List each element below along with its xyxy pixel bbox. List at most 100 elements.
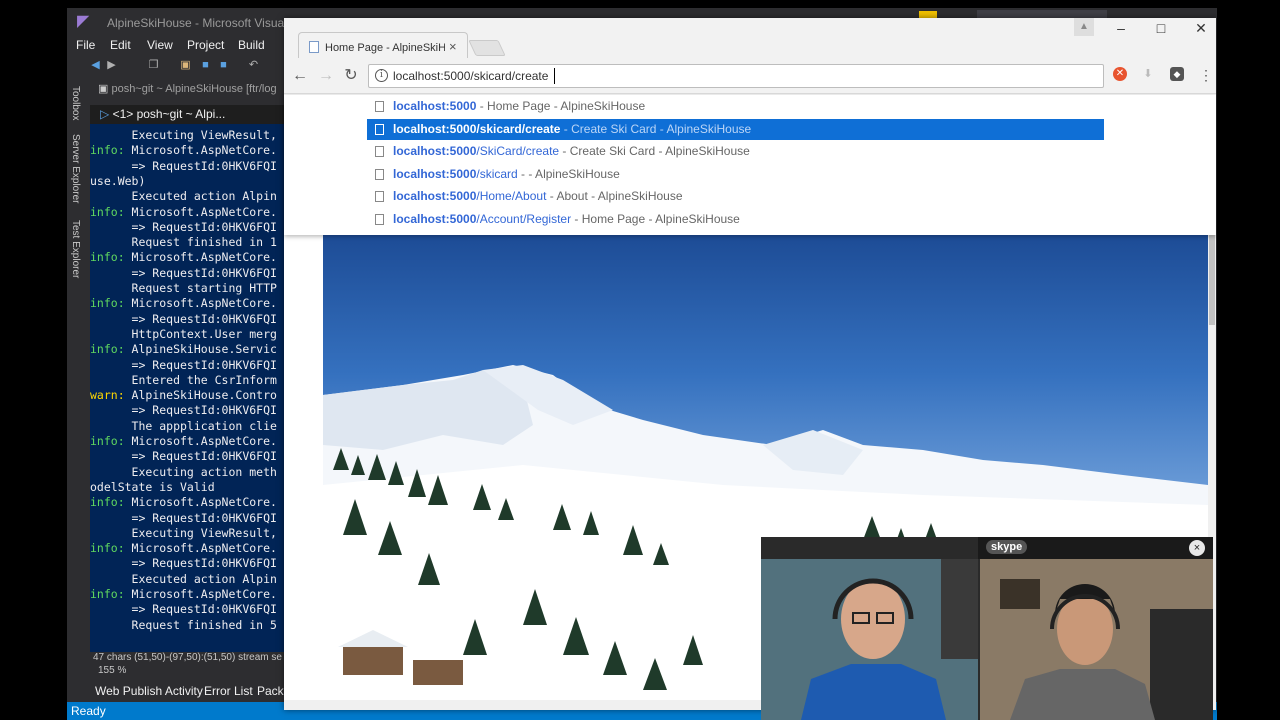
log-text: Microsoft.AspNetCore. <box>124 434 277 448</box>
console-line: Executing action meth <box>90 465 277 480</box>
suggestion-text: localhost:5000/skicard - - AlpineSkiHous… <box>393 166 620 181</box>
log-text: Executed action Alpin <box>90 571 277 586</box>
back-button[interactable]: ← <box>290 66 310 86</box>
text-cursor <box>554 68 555 84</box>
back-icon[interactable]: ◀ <box>89 59 102 72</box>
extension-shield-icon[interactable]: ◆ <box>1170 67 1184 81</box>
terminal-console[interactable]: Executing ViewResult, info: Microsoft.Asp… <box>90 124 290 652</box>
close-window-button[interactable]: ✕ <box>1186 20 1216 40</box>
page-icon <box>375 123 384 135</box>
vs-window-title: AlpineSkiHouse - Microsoft Visual St <box>107 16 302 30</box>
suggestion-text: localhost:5000/Account/Register - Home P… <box>393 211 740 226</box>
status-ready: Ready <box>71 704 106 718</box>
log-text: HttpContext.User merg <box>90 326 277 341</box>
extension-adblock-icon[interactable]: ✕ <box>1113 67 1127 81</box>
undo-icon[interactable]: ↶ <box>247 59 260 72</box>
suggestion-text: localhost:5000/SkiCard/create - Create S… <box>393 144 750 158</box>
console-line: => RequestId:0HKV6FQI <box>90 358 277 373</box>
log-text: => RequestId:0HKV6FQI <box>90 357 277 372</box>
suggestion-item[interactable]: localhost:5000 - Home Page - AlpineSkiHo… <box>367 96 1104 117</box>
menu-project[interactable]: Project <box>187 38 224 52</box>
suggestion-item[interactable]: localhost:5000/Account/Register - Home P… <box>367 209 1104 230</box>
suggestion-host: localhost:5000 <box>393 99 477 113</box>
log-level: warn: <box>90 388 125 403</box>
log-text: Microsoft.AspNetCore. <box>124 143 277 158</box>
console-line: => RequestId:0HKV6FQI <box>90 159 277 174</box>
side-tab-toolbox[interactable]: Toolbox <box>70 86 81 120</box>
suggestion-item[interactable]: localhost:5000/skicard/create - Create S… <box>367 118 1104 140</box>
suggestion-item[interactable]: localhost:5000/Home/About - About - Alpi… <box>367 186 1104 207</box>
side-tab-server-explorer[interactable]: Server Explorer <box>70 134 81 203</box>
reload-button[interactable]: ↻ <box>341 66 361 86</box>
browser-tab[interactable]: Home Page - AlpineSkiH × <box>298 32 468 60</box>
suggestion-item[interactable]: localhost:5000/skicard - - AlpineSkiHous… <box>367 164 1104 185</box>
page-icon <box>375 101 384 112</box>
new-project-icon[interactable]: ❐ <box>147 59 160 72</box>
omnibox-suggestions: localhost:5000 - Home Page - AlpineSkiHo… <box>284 95 1216 235</box>
suggestion-title: Create Ski Card - AlpineSkiHouse <box>569 144 750 158</box>
console-line: => RequestId:0HKV6FQI <box>90 511 277 526</box>
tab-web-publish-activity[interactable]: Web Publish Activity <box>95 684 203 698</box>
console-line: Request finished in 1 <box>90 235 277 250</box>
log-text: AlpineSkiHouse.Contro <box>124 388 277 403</box>
maximize-button[interactable]: □ <box>1146 20 1176 40</box>
extension-download-icon[interactable]: ⬇ <box>1141 67 1155 81</box>
save-icon[interactable]: ■ <box>199 59 212 72</box>
person-right <box>980 559 1213 720</box>
log-level: info: <box>90 587 125 601</box>
minimize-button[interactable]: – <box>1106 20 1136 40</box>
side-tab-test-explorer[interactable]: Test Explorer <box>70 220 81 278</box>
tab-close-icon[interactable]: × <box>449 39 457 54</box>
log-text: Microsoft.AspNetCore. <box>124 495 277 510</box>
log-text: => RequestId:0HKV6FQI <box>90 556 277 571</box>
console-line: use.Web) <box>90 174 145 189</box>
menu-edit[interactable]: Edit <box>110 38 131 52</box>
console-line: => RequestId:0HKV6FQI <box>90 556 277 571</box>
suggestion-item[interactable]: localhost:5000/SkiCard/create - Create S… <box>367 141 1104 162</box>
log-level: info: <box>90 342 125 357</box>
terminal-tab[interactable]: ▷ <1> posh~git ~ Alpi... <box>90 105 290 124</box>
console-line: info: Microsoft.AspNetCore. <box>90 587 277 602</box>
menu-file[interactable]: File <box>76 38 95 52</box>
console-line: info: Microsoft.AspNetCore. <box>90 541 277 556</box>
save-all-icon[interactable]: ■ <box>217 59 230 72</box>
profile-icon[interactable]: ▲ <box>1074 18 1094 36</box>
console-line: odelState is Valid <box>90 480 215 495</box>
chrome-menu-icon[interactable]: ⋮ <box>1199 66 1213 84</box>
forward-icon[interactable]: ▶ <box>105 59 118 72</box>
menu-build[interactable]: Build <box>238 38 265 52</box>
open-file-icon[interactable]: ▣ <box>179 59 192 72</box>
menu-view[interactable]: View <box>147 38 173 52</box>
suggestion-text: localhost:5000/Home/About - About - Alpi… <box>393 189 683 203</box>
suggestion-title: Home Page - AlpineSkiHouse <box>487 99 646 113</box>
visual-studio-logo-icon: ◤ <box>77 13 90 30</box>
page-icon <box>375 146 384 157</box>
address-bar[interactable]: i localhost:5000/skicard/create <box>368 64 1104 88</box>
tab-error-list[interactable]: Error List <box>204 684 253 698</box>
log-text: Executing ViewResult, <box>90 525 277 540</box>
powershell-icon: ▷ <box>100 107 113 121</box>
site-info-icon[interactable]: i <box>375 69 388 82</box>
log-text: Request finished in 1 <box>90 235 277 250</box>
skype-video-overlay: skype × <box>761 537 1213 720</box>
log-level: info: <box>90 204 125 219</box>
log-level: info: <box>90 296 125 311</box>
new-tab-button[interactable] <box>468 40 506 56</box>
video-feed-right <box>980 559 1213 720</box>
log-text: Executing ViewResult, <box>90 128 277 142</box>
console-line: info: AlpineSkiHouse.Servic <box>90 342 277 357</box>
suggestion-title: About - AlpineSkiHouse <box>556 189 683 203</box>
console-line: Request starting HTTP <box>90 281 277 296</box>
document-tab-label: posh~git ~ AlpineSkiHouse [ftr/log <box>111 83 277 95</box>
console-line: => RequestId:0HKV6FQI <box>90 449 277 464</box>
forward-button[interactable]: → <box>316 66 336 86</box>
skype-close-icon[interactable]: × <box>1189 540 1205 556</box>
document-tab[interactable]: ▣ posh~git ~ AlpineSkiHouse [ftr/log <box>90 78 290 100</box>
suggestion-title: Create Ski Card - AlpineSkiHouse <box>571 121 752 136</box>
log-text: Microsoft.AspNetCore. <box>124 296 277 311</box>
person-left <box>761 559 978 720</box>
log-text: Microsoft.AspNetCore. <box>124 541 277 556</box>
log-text: => RequestId:0HKV6FQI <box>90 449 277 464</box>
console-line: info: Microsoft.AspNetCore. <box>90 495 277 510</box>
log-text: => RequestId:0HKV6FQI <box>90 403 277 418</box>
